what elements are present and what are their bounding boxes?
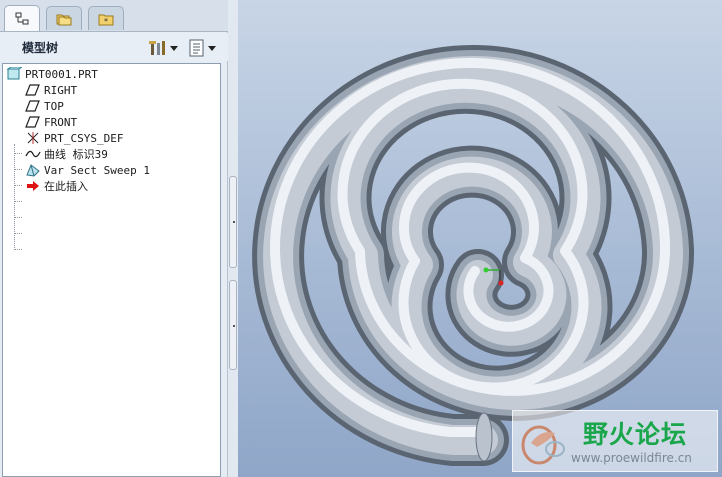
tree-item-label: 曲线 标识39 — [44, 148, 108, 161]
datum-plane-icon — [25, 116, 40, 128]
tree-connector — [14, 144, 15, 250]
tree-item-label: Var Sect Sweep 1 — [44, 163, 150, 177]
watermark-title: 野火论坛 — [583, 420, 688, 449]
sweep-feature-icon — [26, 164, 40, 177]
tree-item-insert-here[interactable]: 在此插入 — [25, 178, 88, 194]
tree-item-label: RIGHT — [44, 83, 78, 97]
tree-item-sweep[interactable]: Var Sect Sweep 1 — [25, 162, 150, 178]
panel-title: 模型树 — [22, 41, 59, 55]
model-tree-panel: * 模型树 PRT0001.PRT RIGHT TOP FRONT PRT_CS… — [0, 0, 228, 477]
tree-item-front[interactable]: FRONT — [25, 114, 77, 130]
insert-here-arrow-icon — [27, 181, 39, 191]
datum-plane-icon — [25, 84, 40, 96]
spiral-sweep-model — [252, 44, 695, 466]
tree-item-label: TOP — [44, 99, 64, 113]
tree-item-label: PRT_CSYS_DEF — [44, 131, 124, 145]
tree-item-label: FRONT — [44, 115, 78, 129]
tab-favorites[interactable]: * — [88, 6, 124, 30]
svg-text:*: * — [104, 17, 108, 26]
datum-plane-icon — [25, 100, 40, 112]
panel-splitter[interactable] — [228, 0, 238, 477]
tree-root-label: PRT0001.PRT — [25, 67, 98, 81]
chevron-down-icon — [208, 45, 216, 51]
part-icon — [6, 67, 22, 80]
tree-item-label: 在此插入 — [44, 180, 88, 193]
graphics-viewport[interactable] — [238, 0, 722, 477]
show-options-icon — [189, 39, 204, 57]
favorites-tab-icon: * — [98, 14, 114, 26]
splitter-handle-lower[interactable] — [229, 280, 237, 370]
tree-item-right[interactable]: RIGHT — [25, 82, 77, 98]
forum-watermark: 野火论坛 www.proewildfire.cn — [512, 410, 718, 472]
tab-folder-browser[interactable] — [46, 6, 82, 30]
navigator-tabs: * — [0, 0, 228, 32]
curve-icon — [25, 150, 41, 158]
tree-item-top[interactable]: TOP — [25, 98, 64, 114]
panel-header: 模型树 — [0, 33, 228, 61]
tree-item-curve[interactable]: 曲线 标识39 — [25, 146, 108, 162]
tree-root-part[interactable]: PRT0001.PRT — [6, 66, 98, 82]
model-tree: PRT0001.PRT RIGHT TOP FRONT PRT_CSYS_DEF… — [2, 63, 221, 477]
tree-settings-button[interactable] — [148, 38, 178, 58]
tree-settings-icon — [149, 41, 165, 55]
tab-model-tree[interactable] — [4, 5, 40, 31]
chevron-down-icon — [170, 45, 178, 51]
folder-browser-tab-icon — [56, 14, 72, 25]
splitter-handle-upper[interactable] — [229, 176, 237, 268]
model-tree-tab-icon — [15, 12, 29, 24]
flame-logo-icon — [521, 425, 565, 465]
show-options-button[interactable] — [188, 38, 216, 58]
coordinate-system-icon — [27, 132, 39, 144]
watermark-url: www.proewildfire.cn — [571, 451, 692, 465]
tree-item-csys[interactable]: PRT_CSYS_DEF — [25, 130, 123, 146]
